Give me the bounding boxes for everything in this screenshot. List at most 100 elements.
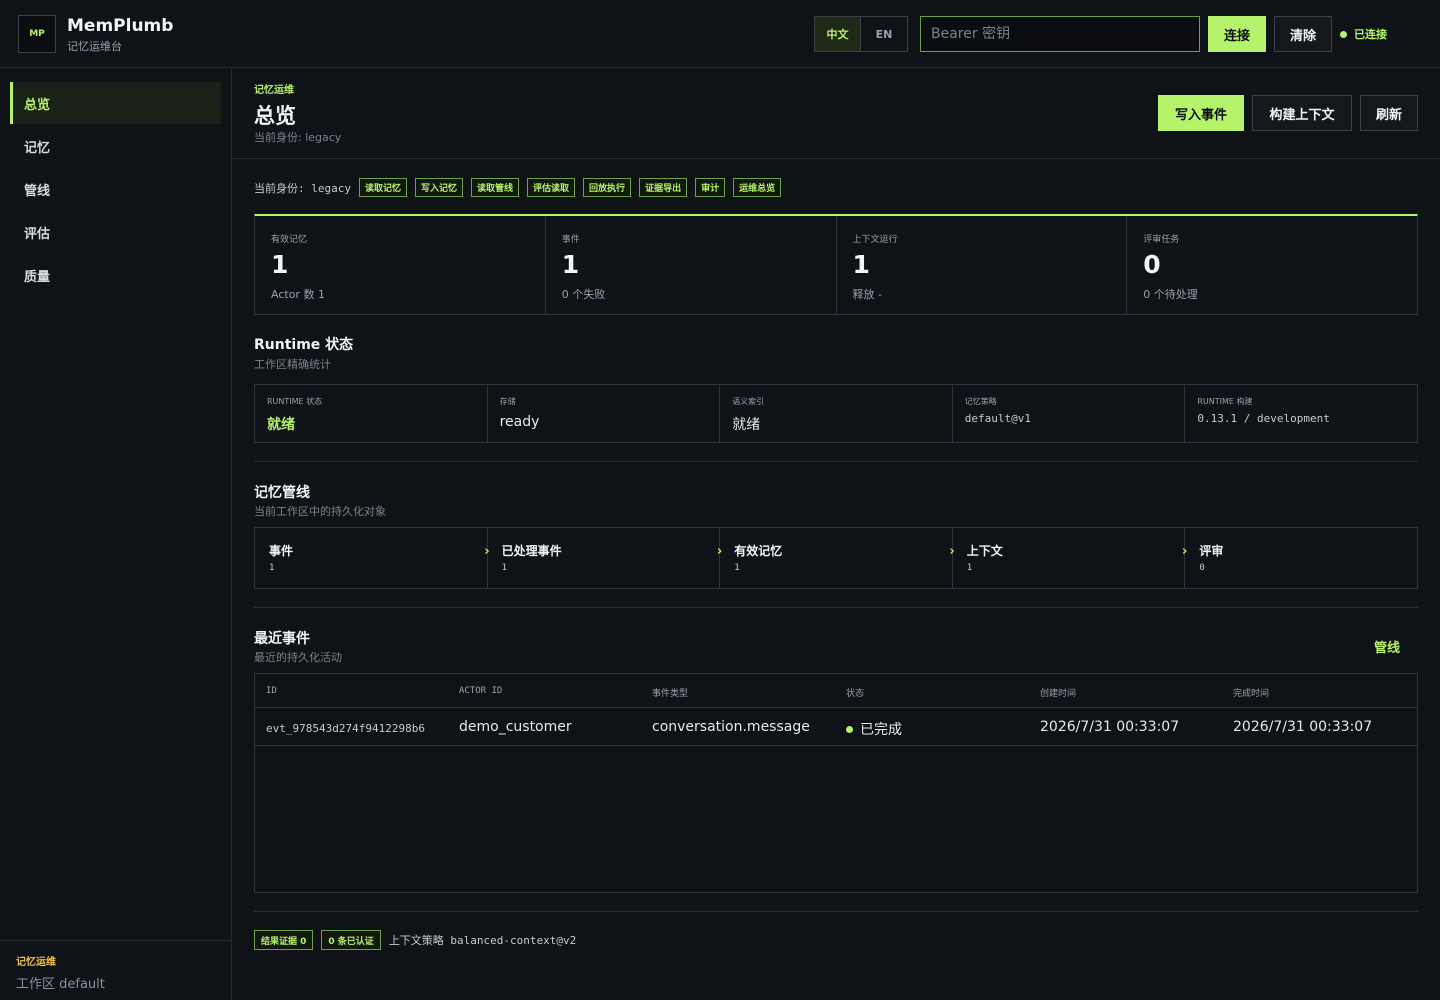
verified-badge: 0 条已认证 (321, 930, 381, 950)
stat-sub: 0 个失败 (561, 288, 606, 301)
pipeline-section-title: 记忆管线 (254, 485, 310, 501)
runtime-cell-value: default@v1 (964, 412, 1032, 425)
pipeline-stage-count: 1 (734, 563, 740, 573)
section-divider (254, 461, 1418, 462)
runtime-cell-build: RUNTIME 构建 0.13.1 / development (1185, 385, 1417, 442)
stat-label: 评审任务 (1143, 235, 1180, 245)
column-header: 状态 (846, 689, 865, 699)
stat-sub: 0 个待处理 (1143, 288, 1198, 301)
column-header: ID (266, 686, 277, 696)
column-header: 创建时间 (1040, 689, 1077, 699)
completed-time: 2026/7/31 00:33:07 (1233, 719, 1373, 735)
stats-panel: 有效记忆 1 Actor 数 1 事件 1 0 个失败 上下文运行 1 释放 -… (254, 214, 1418, 315)
stat-value: 0 (1143, 250, 1161, 279)
evidence-badge: 结果证据 0 (254, 930, 314, 950)
status-dot-icon (846, 725, 853, 733)
stat-context-runs: 上下文运行 1 释放 - (837, 216, 1128, 314)
sidebar-item-memory[interactable]: 记忆 (10, 125, 221, 167)
column-header: ACTOR ID (459, 686, 503, 696)
runtime-cell-storage: 存储 ready (488, 385, 721, 442)
permission-chip: 审计 (695, 178, 726, 197)
pipeline-stage-count: 1 (966, 563, 973, 573)
permission-chip: 回放执行 (583, 178, 632, 197)
runtime-cell-status: RUNTIME 状态 就绪 (255, 385, 488, 442)
sidebar-footer-title: 记忆运维 (16, 957, 56, 968)
stat-label: 有效记忆 (271, 235, 308, 245)
runtime-section-subtitle: 工作区精确统计 (254, 358, 331, 371)
top-bar: MP MemPlumb 记忆运维台 中文 EN 连接 清除 已连接 (0, 0, 1440, 68)
runtime-cell-semantic-index: 语义索引 就绪 (720, 385, 953, 442)
identity-label: 当前身份: legacy (254, 131, 342, 144)
pipeline-stage-count: 1 (501, 563, 508, 573)
pipeline-flow: 事件 1 › 已处理事件 1 › 有效记忆 1 › 上下文 1 › 评审 0 (254, 527, 1418, 589)
event-id: evt_978543d274f9412298b6 (266, 722, 425, 735)
event-type: conversation.message (652, 719, 810, 735)
permission-chip: 写入记忆 (415, 178, 464, 197)
pipeline-stage-context[interactable]: 上下文 1 › (953, 528, 1187, 588)
runtime-cell-label: 记忆策略 (964, 397, 997, 406)
table-row[interactable]: evt_978543d274f9412298b6 demo_customer c… (255, 708, 1417, 746)
connection-status: 已连接 (1340, 26, 1387, 42)
pipeline-stage-name: 评审 (1199, 544, 1224, 558)
runtime-cell-label: 存储 (499, 397, 516, 406)
column-header: 完成时间 (1233, 689, 1270, 699)
recent-section-title: 最近事件 (254, 631, 310, 647)
page-title: 总览 (254, 104, 296, 128)
sidebar-item-overview[interactable]: 总览 (10, 82, 221, 124)
stat-label: 上下文运行 (852, 235, 898, 245)
stat-value: 1 (852, 250, 870, 279)
sidebar-item-quality[interactable]: 质量 (10, 254, 221, 296)
runtime-cell-label: 语义索引 (732, 397, 765, 406)
permissions-identity: 当前身份: legacy (254, 181, 351, 195)
pipeline-stage-processed[interactable]: 已处理事件 1 › (488, 528, 722, 588)
runtime-cell-label: RUNTIME 构建 (1197, 397, 1253, 406)
clear-button[interactable]: 清除 (1274, 16, 1332, 52)
status-dot-icon (1340, 30, 1347, 38)
permissions-row: 当前身份: legacy 读取记忆 写入记忆 读取管线 评估读取 回放执行 证据… (254, 178, 789, 197)
footer-status-row: 结果证据 0 0 条已认证 上下文策略 balanced-context@v2 (254, 930, 576, 950)
bearer-token-input[interactable] (920, 16, 1200, 52)
lang-zh-button[interactable]: 中文 (815, 17, 861, 51)
sidebar-footer: 记忆运维 工作区 default (0, 940, 231, 1000)
write-event-button[interactable]: 写入事件 (1158, 95, 1244, 131)
stat-review-tasks: 评审任务 0 0 个待处理 (1127, 216, 1417, 314)
connect-button[interactable]: 连接 (1208, 16, 1266, 52)
recent-events-table: ID ACTOR ID 事件类型 状态 创建时间 完成时间 evt_978543… (254, 673, 1418, 893)
pipeline-stage-name: 事件 (269, 544, 294, 558)
runtime-cell-label: RUNTIME 状态 (267, 397, 323, 406)
sidebar: 总览 记忆 管线 评估 质量 记忆运维 工作区 default (0, 68, 232, 1000)
connection-status-label: 已连接 (1354, 28, 1387, 41)
permission-chip: 评估读取 (527, 178, 576, 197)
pipeline-stage-name: 上下文 (966, 544, 1003, 558)
stat-sub: 释放 - (852, 288, 882, 301)
lang-en-button[interactable]: EN (861, 17, 907, 51)
refresh-button[interactable]: 刷新 (1360, 95, 1418, 131)
build-context-button[interactable]: 构建上下文 (1252, 95, 1352, 131)
pipeline-stage-name: 已处理事件 (501, 544, 562, 558)
sidebar-item-pipeline[interactable]: 管线 (10, 168, 221, 210)
runtime-grid: RUNTIME 状态 就绪 存储 ready 语义索引 就绪 记忆策略 defa… (254, 384, 1418, 443)
page-header: 记忆运维 总览 当前身份: legacy 写入事件 构建上下文 刷新 (232, 68, 1440, 159)
stat-label: 事件 (561, 235, 580, 245)
table-header: ID ACTOR ID 事件类型 状态 创建时间 完成时间 (255, 674, 1417, 708)
permission-chip: 运维总览 (733, 178, 782, 197)
pipeline-stage-review[interactable]: 评审 0 (1185, 528, 1417, 588)
language-switcher: 中文 EN (814, 16, 908, 52)
pipeline-section-subtitle: 当前工作区中的持久化对象 (254, 505, 386, 518)
event-status-label: 已完成 (860, 722, 902, 738)
runtime-cell-memory-policy: 记忆策略 default@v1 (953, 385, 1186, 442)
pipeline-stage-events[interactable]: 事件 1 › (255, 528, 490, 588)
runtime-cell-value: ready (499, 414, 540, 430)
runtime-section-title: Runtime 状态 (254, 337, 354, 353)
context-policy-label: 上下文策略 balanced-context@v2 (388, 934, 577, 947)
workspace-label: 工作区 default (16, 977, 105, 992)
permission-chip: 读取管线 (471, 178, 520, 197)
sidebar-item-evaluation[interactable]: 评估 (10, 211, 221, 253)
permission-chip: 读取记忆 (358, 178, 407, 197)
stat-active-memory: 有效记忆 1 Actor 数 1 (255, 216, 546, 314)
pipeline-link[interactable]: 管线 (1374, 637, 1400, 656)
event-status: 已完成 (846, 719, 902, 739)
runtime-cell-value: 0.13.1 / development (1197, 412, 1330, 425)
created-time: 2026/7/31 00:33:07 (1040, 719, 1180, 735)
pipeline-stage-active-memory[interactable]: 有效记忆 1 › (720, 528, 955, 588)
